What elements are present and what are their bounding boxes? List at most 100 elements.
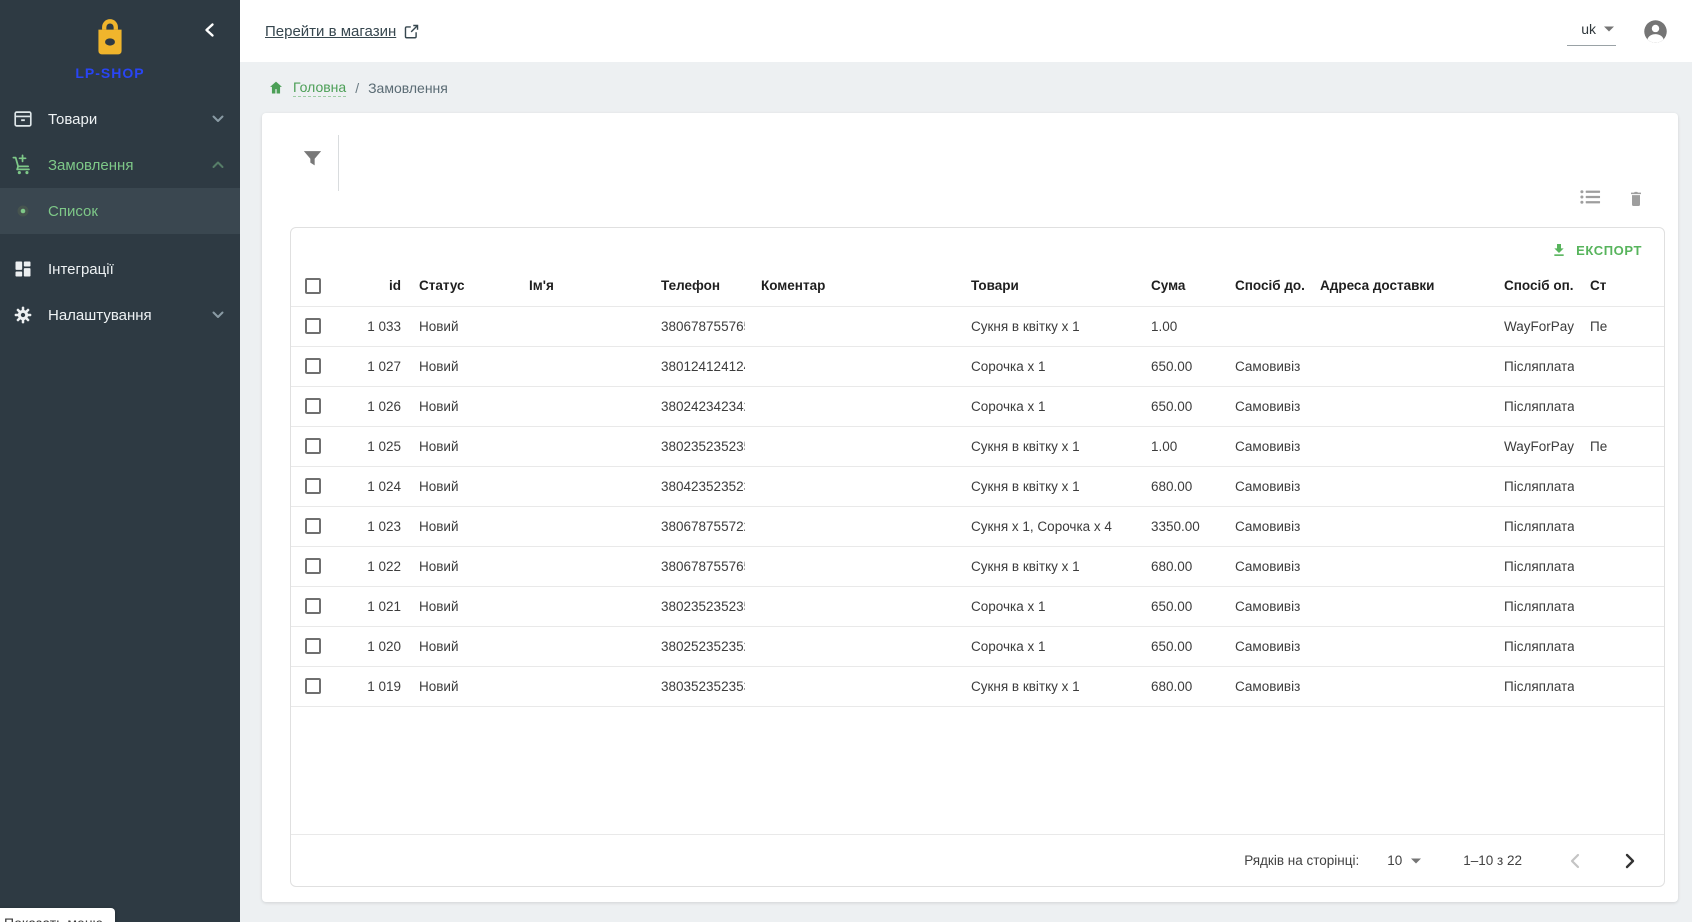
account-circle-icon: [1642, 18, 1669, 45]
table-cell: [745, 426, 955, 466]
table-cell: [513, 466, 645, 506]
row-checkbox[interactable]: [305, 438, 321, 454]
table-cell: [513, 586, 645, 626]
column-header[interactable]: Ім'я: [513, 266, 645, 306]
caret-down-icon: [1604, 26, 1614, 32]
sidebar-item-label: Інтеграції: [48, 261, 210, 278]
table-cell: Новий: [403, 466, 513, 506]
column-header[interactable]: Ст: [1574, 266, 1665, 306]
previous-page-button[interactable]: [1560, 847, 1588, 875]
sidebar-item-orders[interactable]: Замовлення: [0, 142, 240, 188]
table-cell: [1574, 346, 1665, 386]
sidebar: LP-SHOP Товари: [0, 0, 240, 922]
chevron-right-icon: [1625, 853, 1636, 869]
table-cell: 1.00: [1135, 306, 1219, 346]
home-icon: [268, 80, 284, 95]
table-row[interactable]: 1 019Новий380352352353Сукня в квітку x 1…: [291, 666, 1665, 706]
table-row[interactable]: 1 021Новий380235235235Сорочка x 1650.00С…: [291, 586, 1665, 626]
table-cell: WayForPay: [1488, 306, 1574, 346]
row-checkbox[interactable]: [305, 518, 321, 534]
table-cell: Пе: [1574, 306, 1665, 346]
go-to-store-link[interactable]: Перейти в магазин: [265, 23, 420, 40]
table-cell: 1.00: [1135, 426, 1219, 466]
user-menu-button[interactable]: [1642, 18, 1669, 45]
chevron-up-icon: [210, 161, 226, 169]
table-row[interactable]: 1 024Новий380423523523Сукня в квітку x 1…: [291, 466, 1665, 506]
table-row[interactable]: 1 033Новий380678755765Сукня в квітку x 1…: [291, 306, 1665, 346]
table-cell: Післяплата: [1488, 386, 1574, 426]
table-cell: WayForPay: [1488, 426, 1574, 466]
show-menu-tooltip: Показать меню: [0, 908, 115, 922]
table-cell: Новий: [403, 306, 513, 346]
table-cell: 380352352353: [645, 666, 745, 706]
table-cell: Самовивіз: [1219, 426, 1304, 466]
table-cell: [1574, 546, 1665, 586]
sidebar-item-integrations[interactable]: Інтеграції: [0, 246, 240, 292]
table-row[interactable]: 1 027Новий380124124124Сорочка x 1650.00С…: [291, 346, 1665, 386]
table-row[interactable]: 1 023Новий380678755722Сукня x 1, Сорочка…: [291, 506, 1665, 546]
row-checkbox[interactable]: [305, 598, 321, 614]
sidebar-item-orders-list[interactable]: Список: [0, 188, 240, 234]
column-header[interactable]: Спосіб до...: [1219, 266, 1304, 306]
row-checkbox[interactable]: [305, 318, 321, 334]
table-cell: 1 021: [339, 586, 403, 626]
chevron-down-icon: [210, 311, 226, 319]
delete-button[interactable]: [1628, 189, 1644, 208]
table-cell: Самовивіз: [1219, 466, 1304, 506]
table-cell: Сукня в квітку x 1: [955, 466, 1135, 506]
column-header[interactable]: Коментар: [745, 266, 955, 306]
column-header[interactable]: Спосіб оп...: [1488, 266, 1574, 306]
orders-list-card: ЕКСПОРТ idСтатусІм'яТелефонКоментарТовар…: [262, 113, 1678, 902]
table-toolbar: ЕКСПОРТ: [291, 228, 1664, 266]
row-checkbox[interactable]: [305, 638, 321, 654]
table-cell: Самовивіз: [1219, 506, 1304, 546]
column-header[interactable]: Статус: [403, 266, 513, 306]
table-row[interactable]: 1 020Новий380252352352Сорочка x 1650.00С…: [291, 626, 1665, 666]
table-cell: 1 020: [339, 626, 403, 666]
table-cell: Сорочка x 1: [955, 386, 1135, 426]
select-all-checkbox[interactable]: [305, 278, 321, 294]
sidebar-item-settings[interactable]: Налаштування: [0, 292, 240, 338]
column-header[interactable]: Адреса доставки: [1304, 266, 1488, 306]
sidebar-nav: Товари Замовлення: [0, 96, 240, 338]
next-page-button[interactable]: [1616, 847, 1644, 875]
table-cell: 1 024: [339, 466, 403, 506]
row-checkbox[interactable]: [305, 478, 321, 494]
select-columns-button[interactable]: [1580, 189, 1601, 208]
trash-icon: [1628, 189, 1644, 208]
column-header[interactable]: Товари: [955, 266, 1135, 306]
table-row[interactable]: 1 022Новий380678755765Сукня в квітку x 1…: [291, 546, 1665, 586]
row-checkbox[interactable]: [305, 398, 321, 414]
table-cell: 380678755765: [645, 546, 745, 586]
table-cell: Новий: [403, 546, 513, 586]
table-cell: 650.00: [1135, 626, 1219, 666]
table-cell: Пе: [1574, 426, 1665, 466]
language-select[interactable]: uk: [1567, 17, 1616, 46]
export-button[interactable]: ЕКСПОРТ: [1545, 238, 1648, 262]
table-row[interactable]: 1 026Новий380242342342Сорочка x 1650.00С…: [291, 386, 1665, 426]
table-cell: Післяплата: [1488, 546, 1574, 586]
table-cell: 650.00: [1135, 386, 1219, 426]
table-cell: Новий: [403, 586, 513, 626]
table-row[interactable]: 1 025Новий380235235235Сукня в квітку x 1…: [291, 426, 1665, 466]
table-cell: Новий: [403, 666, 513, 706]
table-cell: [745, 586, 955, 626]
column-header[interactable]: Сума: [1135, 266, 1219, 306]
table-cell: Новий: [403, 426, 513, 466]
table-cell: 1 027: [339, 346, 403, 386]
breadcrumb-home-link[interactable]: Головна: [293, 79, 346, 97]
table-cell: [513, 426, 645, 466]
column-header[interactable]: Телефон: [645, 266, 745, 306]
row-checkbox[interactable]: [305, 678, 321, 694]
row-checkbox[interactable]: [305, 558, 321, 574]
row-checkbox[interactable]: [305, 358, 321, 374]
sidebar-item-products[interactable]: Товари: [0, 96, 240, 142]
table-cell: Сорочка x 1: [955, 626, 1135, 666]
column-header[interactable]: id: [339, 266, 403, 306]
table-cell: [1304, 666, 1488, 706]
table-cell: [513, 546, 645, 586]
rows-per-page-select[interactable]: 10: [1387, 853, 1421, 868]
content-area: Головна / Замовлення: [240, 62, 1692, 922]
filter-funnel-icon[interactable]: [303, 149, 322, 168]
language-value: uk: [1581, 21, 1596, 37]
